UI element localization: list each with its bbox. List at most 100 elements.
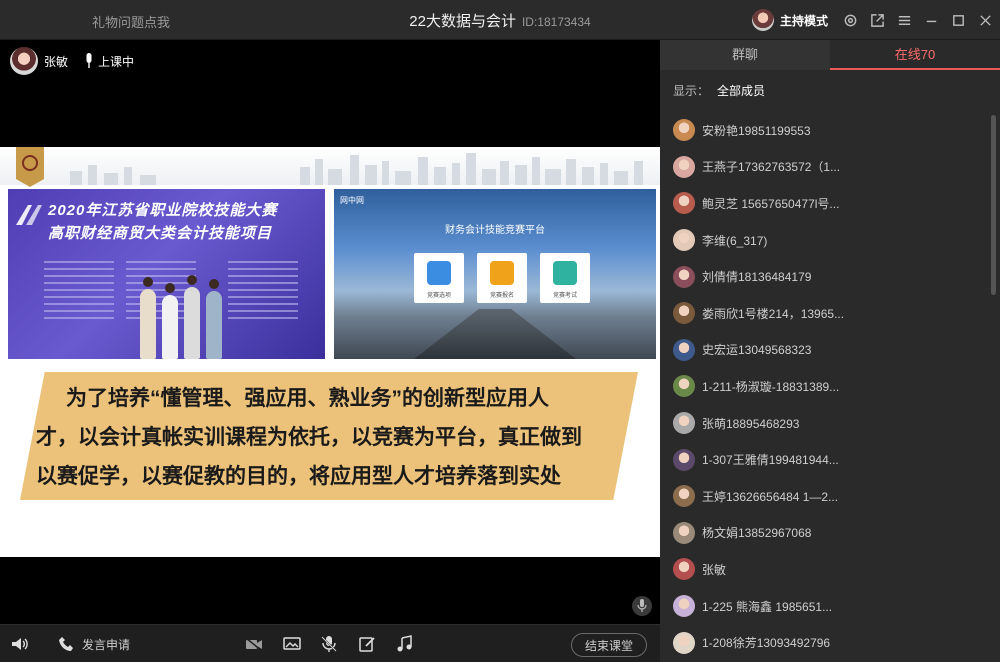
member-name: 张萌18895468293 xyxy=(702,416,800,431)
photo-title-line-1: 2020年江苏省职业院校技能大赛 xyxy=(48,202,278,219)
member-row[interactable]: 鲍灵芝 15657650477l号... xyxy=(660,185,986,222)
member-name: 史宏运13049568323 xyxy=(702,343,812,358)
member-avatar xyxy=(673,485,695,508)
member-list-scrollbar[interactable] xyxy=(991,115,996,295)
music-icon[interactable] xyxy=(395,625,413,662)
member-name: 王燕子17362763572（1... xyxy=(702,160,841,175)
host-avatar[interactable] xyxy=(751,9,774,31)
slogan-line-3: 以赛促学，以赛促教的目的，将应用型人才培养落到实处 xyxy=(36,465,561,488)
member-name: 王婷13626656484 1—2... xyxy=(702,489,839,504)
member-avatar xyxy=(673,265,695,288)
title-bar-controls: 主持模式 xyxy=(751,0,1000,40)
member-avatar xyxy=(673,558,695,581)
screen-share-icon[interactable] xyxy=(283,625,301,662)
gift-help-link[interactable]: 礼物问题点我 xyxy=(92,12,170,31)
member-avatar xyxy=(673,448,695,471)
member-row[interactable]: 安粉艳19851199553 xyxy=(660,112,986,149)
speak-request-button[interactable]: 发言申请 xyxy=(58,625,130,662)
member-name: 1-211-杨淑璇-18831389... xyxy=(702,379,840,394)
class-status: 上课中 xyxy=(98,54,135,69)
camera-icon[interactable] xyxy=(245,625,263,662)
photo-title-line-2: 高职财经商贸大类会计技能项目 xyxy=(48,225,273,242)
phone-icon xyxy=(59,637,73,651)
control-bar: 发言申请 结束课堂 xyxy=(0,624,660,662)
member-name: 刘倩倩18136484179 xyxy=(702,270,812,285)
tab-group-chat[interactable]: 群聊 xyxy=(660,40,830,70)
host-mode-label[interactable]: 主持模式 xyxy=(780,12,828,29)
tab-online-members[interactable]: 在线70 xyxy=(830,40,1000,70)
member-name: 李维(6_317) xyxy=(702,233,768,248)
end-class-button[interactable]: 结束课堂 xyxy=(571,633,647,657)
member-avatar xyxy=(673,119,695,142)
mic-mute-icon[interactable] xyxy=(320,625,338,662)
member-avatar xyxy=(673,412,695,435)
member-row[interactable]: 刘倩倩18136484179 xyxy=(660,258,986,295)
member-row[interactable]: 张敏 xyxy=(660,551,986,588)
member-row[interactable]: 娄雨欣1号楼214，13965... xyxy=(660,295,986,332)
slogan-text: 为了培养“懂管理、强应用、熟业务”的创新型应用人 才，以会计真帐实训课程为依托，… xyxy=(36,379,626,496)
filter-value[interactable]: 全部成员 xyxy=(717,82,765,99)
slogan-line-2: 才，以会计真帐实训课程为依托，以竞赛为平台，真正做到 xyxy=(36,426,582,449)
video-stage: 张敏 上课中 2020年江苏省职业院校技能大赛 高职财经商贸大类会计技能项目 网… xyxy=(0,40,660,624)
member-row[interactable]: 王婷13626656484 1—2... xyxy=(660,478,986,515)
close-icon[interactable] xyxy=(973,8,997,32)
speaker-icon[interactable] xyxy=(10,625,28,662)
side-tabs: 群聊 在线70 xyxy=(660,40,1000,70)
member-avatar xyxy=(673,229,695,252)
member-name: 安粉艳19851199553 xyxy=(702,123,811,138)
presenter-info: 张敏 上课中 xyxy=(10,47,134,75)
competition-photo: 2020年江苏省职业院校技能大赛 高职财经商贸大类会计技能项目 xyxy=(8,189,325,359)
platform-card: 竞赛报名 xyxy=(477,253,527,303)
presenter-name: 张敏 xyxy=(44,54,69,69)
filter-label: 显示： xyxy=(673,83,710,98)
member-avatar xyxy=(673,521,695,544)
school-emblem xyxy=(16,147,44,187)
class-name: 22大数据与会计 xyxy=(409,13,516,30)
edit-icon[interactable] xyxy=(358,625,376,662)
title-bar: 礼物问题点我 22大数据与会计 ID:18173434 主持模式 xyxy=(0,0,1000,40)
stage-mic-icon[interactable] xyxy=(632,596,652,616)
popout-icon[interactable] xyxy=(865,8,889,32)
member-filter[interactable]: 显示： 全部成员 xyxy=(660,70,1000,110)
member-row[interactable]: 史宏运13049568323 xyxy=(660,332,986,369)
member-name: 鲍灵芝 15657650477l号... xyxy=(702,196,840,211)
member-avatar xyxy=(673,302,695,325)
classroom-window: 礼物问题点我 22大数据与会计 ID:18173434 主持模式 张敏 上课中 … xyxy=(0,0,1000,662)
maximize-icon[interactable] xyxy=(946,8,970,32)
member-avatar xyxy=(673,595,695,618)
member-avatar xyxy=(673,338,695,361)
member-row[interactable]: 1-307王雅倩199481944... xyxy=(660,441,986,478)
menu-icon[interactable] xyxy=(892,8,916,32)
shared-slide: 2020年江苏省职业院校技能大赛 高职财经商贸大类会计技能项目 网中网 财务会计… xyxy=(0,147,660,557)
presenter-avatar xyxy=(10,47,38,75)
member-row[interactable]: 1-208徐芳13093492796 xyxy=(660,624,986,661)
member-row[interactable]: 张萌18895468293 xyxy=(660,405,986,442)
photo-organizer-text xyxy=(228,261,298,321)
member-name: 娄雨欣1号楼214，13965... xyxy=(702,306,845,321)
platform-road xyxy=(414,309,576,359)
member-name: 杨文娟13852967068 xyxy=(702,526,812,541)
class-id: ID:18173434 xyxy=(521,15,591,29)
member-avatar xyxy=(673,631,695,654)
member-avatar xyxy=(673,375,695,398)
member-name: 1-208徐芳13093492796 xyxy=(702,636,831,651)
member-row[interactable]: 1-225 熊海鑫 1985651... xyxy=(660,588,986,625)
member-row[interactable]: 1-211-杨淑璇-18831389... xyxy=(660,368,986,405)
skyline-header xyxy=(0,147,660,185)
slogan-line-1: 为了培养“懂管理、强应用、熟业务”的创新型应用人 xyxy=(66,387,549,410)
member-list: 安粉艳19851199553 王燕子17362763572（1... 鲍灵芝 156… xyxy=(660,112,986,661)
settings-icon[interactable] xyxy=(838,8,862,32)
minimize-icon[interactable] xyxy=(919,8,943,32)
photo-organizer-text xyxy=(44,261,114,321)
platform-logo: 网中网 xyxy=(340,196,364,205)
platform-title: 财务会计技能竞赛平台 xyxy=(445,225,545,236)
member-row[interactable]: 李维(6_317) xyxy=(660,222,986,259)
speak-request-label: 发言申请 xyxy=(82,637,131,652)
member-row[interactable]: 王燕子17362763572（1... xyxy=(660,149,986,186)
platform-card: 竞赛选项 xyxy=(414,253,464,303)
member-avatar xyxy=(673,155,695,178)
member-row[interactable]: 杨文娟13852967068 xyxy=(660,515,986,552)
member-name: 1-307王雅倩199481944... xyxy=(702,453,839,468)
students-group xyxy=(138,269,228,359)
member-avatar xyxy=(673,192,695,215)
